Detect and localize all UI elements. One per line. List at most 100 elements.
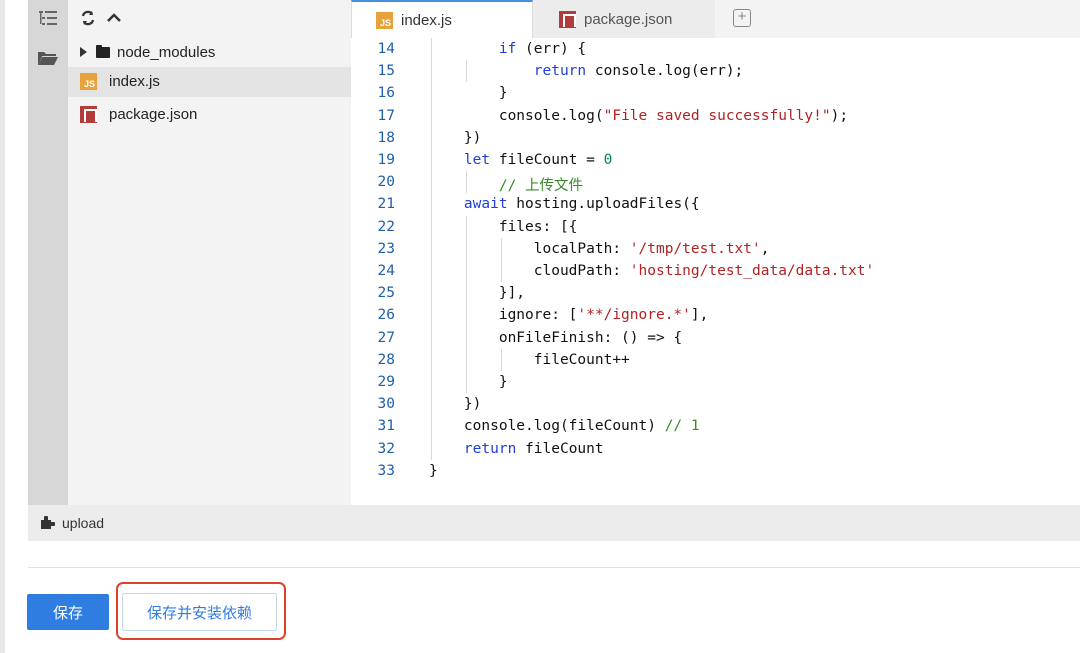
indent-guide	[465, 60, 467, 83]
code-line: 19 let fileCount = 0	[351, 149, 1080, 171]
code-text: return fileCount	[463, 440, 604, 457]
npm-icon	[559, 10, 576, 28]
code-line: 27 onFileFinish: () => {	[351, 327, 1080, 349]
line-number: 33	[377, 462, 395, 479]
line-number: 29	[377, 374, 395, 390]
line-number: 15	[377, 63, 395, 80]
js-file-icon: JS	[376, 11, 393, 29]
line-number: 19	[377, 152, 395, 168]
code-line: 15 return console.log(err);	[351, 60, 1080, 82]
line-number: 16	[377, 85, 395, 102]
js-file-icon: JS	[80, 73, 97, 90]
activity-bar	[28, 0, 68, 505]
line-number: 28	[377, 351, 395, 368]
code-text: await hosting.uploadFiles({	[463, 196, 700, 213]
tab-label: index.js	[401, 11, 452, 29]
refresh-icon[interactable]	[78, 8, 98, 28]
tree-folder-node-modules[interactable]: node_modules	[68, 38, 351, 68]
tab-label: package.json	[584, 10, 673, 28]
code-text: console.log(fileCount) // 1	[429, 418, 700, 435]
code-line: 16 }	[351, 82, 1080, 104]
code-line: 21 await hosting.uploadFiles({	[351, 193, 1080, 215]
line-number: 23	[377, 240, 395, 257]
tree-file-package-json[interactable]: package.json	[68, 100, 351, 130]
line-number: 26	[377, 307, 395, 324]
line-number: 27	[377, 329, 395, 346]
status-bar: upload	[28, 505, 1080, 541]
indent-guide	[431, 38, 432, 460]
code-line: 30 })	[351, 393, 1080, 415]
code-line: 17 console.log("File saved successfully!…	[351, 105, 1080, 127]
code-line: 32 return fileCount	[351, 438, 1080, 460]
indent-guide	[500, 237, 502, 283]
outline-icon[interactable]	[36, 6, 60, 30]
tab-bar: JS index.js package.json +	[351, 0, 1080, 38]
npm-icon	[80, 106, 97, 123]
indent-guide	[465, 171, 467, 194]
tree-item-label: package.json	[109, 106, 198, 123]
tree-item-label: node_modules	[117, 44, 216, 61]
code-line: 25 }],	[351, 282, 1080, 304]
code-editor-panel: node_modules JS index.js package.json JS…	[28, 0, 1080, 541]
code-line: 26 ignore: ['**/ignore.*'],	[351, 304, 1080, 326]
code-text: console.log("File saved successfully!");	[429, 107, 849, 124]
line-number: 21	[377, 196, 395, 213]
file-explorer: node_modules JS index.js package.json	[68, 0, 351, 505]
page-left-border	[0, 0, 5, 653]
explorer-toolbar	[68, 0, 351, 38]
code-text: if (err) {	[498, 41, 587, 57]
tab-package-json[interactable]: package.json	[533, 0, 715, 38]
line-number: 30	[377, 396, 395, 413]
code-text: cloudPath: 'hosting/test_data/data.txt'	[429, 263, 875, 279]
code-line: 28 fileCount++	[351, 349, 1080, 371]
code-text: })	[429, 129, 482, 146]
line-number: 22	[377, 218, 395, 235]
code-text: files: [{	[429, 218, 578, 235]
line-number: 24	[377, 263, 395, 279]
code-line: 14 if (err) {	[351, 38, 1080, 60]
code-line: 18 })	[351, 127, 1080, 149]
code-line: 20 // 上传文件	[351, 171, 1080, 195]
line-number: 31	[377, 418, 395, 435]
chevron-right-icon	[80, 47, 87, 57]
folder-icon	[96, 45, 110, 58]
code-line: 29 }	[351, 371, 1080, 393]
code-text: return console.log(err);	[533, 63, 744, 80]
line-number: 14	[377, 41, 395, 57]
code-text: }	[429, 85, 508, 102]
editor: JS index.js package.json + 14 if (err) {…	[351, 0, 1080, 505]
code-text: onFileFinish: () => {	[429, 329, 683, 346]
code-line: 22 files: [{	[351, 216, 1080, 238]
line-number: 17	[377, 107, 395, 124]
folder-icon[interactable]	[36, 46, 60, 70]
tree-file-index-js[interactable]: JS index.js	[68, 67, 351, 97]
indent-guide	[465, 215, 467, 394]
collapse-icon[interactable]	[104, 8, 124, 28]
save-button[interactable]: 保存	[27, 594, 109, 630]
add-tab-icon[interactable]: +	[733, 9, 751, 27]
code-line: 33}	[351, 460, 1080, 482]
code-text: ignore: ['**/ignore.*'],	[429, 307, 709, 324]
code-text: }	[429, 462, 438, 479]
code-area[interactable]: 14 if (err) {15 return console.log(err);…	[351, 38, 1080, 505]
line-number: 20	[377, 174, 395, 191]
indent-guide	[500, 348, 502, 371]
code-text: fileCount++	[429, 351, 630, 368]
puzzle-icon	[40, 516, 56, 530]
code-text: }	[429, 374, 508, 390]
code-text: })	[429, 396, 482, 413]
code-text: let fileCount = 0	[463, 152, 613, 168]
code-line: 24 cloudPath: 'hosting/test_data/data.tx…	[351, 260, 1080, 282]
code-text: // 上传文件	[498, 178, 584, 195]
code-line: 23 localPath: '/tmp/test.txt',	[351, 238, 1080, 260]
code-text: localPath: '/tmp/test.txt',	[429, 240, 770, 257]
line-number: 32	[377, 440, 395, 457]
tab-index-js[interactable]: JS index.js	[351, 0, 533, 38]
line-number: 18	[377, 129, 395, 146]
line-number: 25	[377, 285, 395, 302]
code-text: }],	[429, 285, 526, 302]
code-line: 31 console.log(fileCount) // 1	[351, 415, 1080, 437]
highlight-annotation	[116, 582, 286, 640]
tree-item-label: index.js	[109, 73, 160, 90]
status-label: upload	[62, 515, 105, 531]
